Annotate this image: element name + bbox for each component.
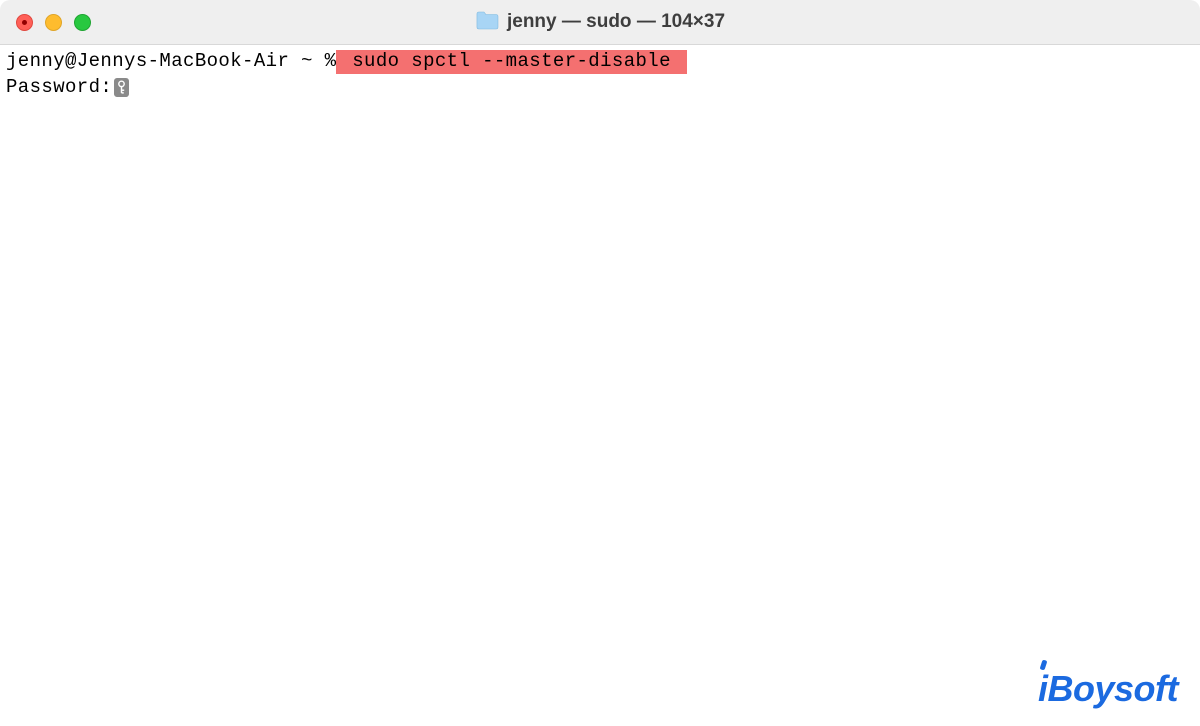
traffic-lights-group <box>16 14 91 31</box>
window-title: jenny — sudo — 104×37 <box>507 11 725 33</box>
terminal-body[interactable]: jenny@Jennys-MacBook-Air ~ % sudo spctl … <box>0 45 1200 104</box>
folder-icon <box>475 10 499 35</box>
key-icon <box>114 78 129 97</box>
password-label: Password: <box>6 75 112 101</box>
command-text: sudo spctl --master-disable <box>336 50 686 74</box>
close-button[interactable] <box>16 14 33 31</box>
watermark-text: Boysoft <box>1048 668 1179 709</box>
maximize-button[interactable] <box>74 14 91 31</box>
title-center: jenny — sudo — 104×37 <box>475 10 725 35</box>
minimize-button[interactable] <box>45 14 62 31</box>
window-titlebar: jenny — sudo — 104×37 <box>0 0 1200 45</box>
watermark-accent-letter: i <box>1038 668 1048 709</box>
terminal-line-prompt: jenny@Jennys-MacBook-Air ~ % sudo spctl … <box>6 49 1194 75</box>
terminal-line-password: Password: <box>6 75 1194 101</box>
watermark-logo: iBoysoft <box>1038 668 1178 710</box>
prompt-text: jenny@Jennys-MacBook-Air ~ % <box>6 50 336 72</box>
